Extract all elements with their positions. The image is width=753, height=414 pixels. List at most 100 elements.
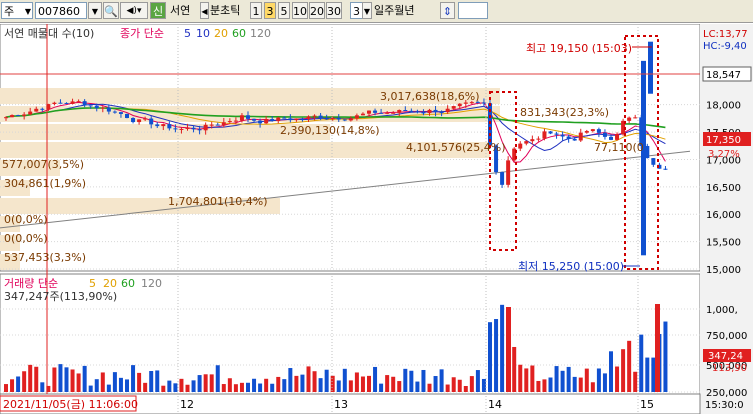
profile-label: 0(0,0%) [4, 232, 48, 245]
volume-bar [379, 383, 384, 392]
candle-down [403, 110, 408, 112]
market-select[interactable]: 주 ▼ [1, 2, 33, 19]
candle-down [415, 111, 420, 113]
candle-up [22, 114, 27, 116]
candle-down [155, 124, 160, 127]
volume-bar [173, 383, 178, 392]
candle-up [233, 120, 238, 122]
candle-down [88, 105, 93, 107]
volume-bar [615, 366, 620, 392]
volume-bar [518, 364, 523, 392]
candle-down [82, 101, 87, 106]
volume-bar [306, 366, 311, 392]
volume-bar [227, 378, 232, 392]
candle-down [481, 102, 486, 104]
candle-down [215, 124, 220, 126]
volume-bar [179, 378, 184, 392]
volume-bar [494, 319, 499, 392]
volume-bar [536, 380, 541, 392]
minute-dropdown[interactable]: ▼ [362, 2, 372, 19]
credit-badge: 신 [150, 2, 166, 19]
candle-down [118, 112, 123, 114]
candle-down [596, 129, 601, 133]
volume-bar [524, 368, 529, 392]
volume-last-pct: 113,90 [712, 363, 747, 374]
candle-up [209, 124, 214, 126]
candle-down [336, 117, 341, 120]
overlay-label: 831,343(23,3%) [520, 106, 609, 119]
period-10[interactable]: 10 [292, 2, 308, 19]
candle-down [246, 115, 250, 119]
volume-tick-label: 750,000 [706, 331, 747, 342]
ma-legend-120: 120 [250, 27, 271, 40]
candle-up [137, 119, 142, 123]
price-tick-label: 15,000 [706, 265, 741, 276]
candle-up [203, 124, 208, 131]
period-5[interactable]: 5 [278, 2, 290, 19]
extra-input[interactable] [458, 2, 488, 19]
period-1[interactable]: 1 [250, 2, 262, 19]
volume-bar [439, 369, 444, 392]
volume-bar [282, 379, 287, 392]
candle-down [40, 108, 45, 110]
code-dropdown-button[interactable]: ▼ [88, 2, 102, 19]
period-30[interactable]: 30 [326, 2, 342, 19]
volume-bar [475, 370, 480, 392]
timeframe-tabs[interactable]: 일주월년 [374, 2, 430, 19]
volume-bar [342, 368, 347, 392]
volume-bar [560, 370, 565, 392]
period-3[interactable]: 3 [264, 2, 276, 19]
candle-up [590, 129, 595, 132]
chart-type-label[interactable]: 분초틱 [210, 2, 250, 19]
candle-down [191, 127, 196, 130]
volume-bar [433, 376, 438, 392]
volume-bar [288, 368, 293, 392]
alarm-button[interactable]: ◀)▾ [120, 2, 148, 19]
stock-chart[interactable]: 서연 매물대 수(10) 종가 단순 5 10 20 60 120 거래량 단순… [0, 24, 753, 414]
volume-bar [488, 322, 492, 392]
volume-bar [137, 372, 142, 392]
volume-bar [415, 381, 420, 392]
candle-up [445, 108, 450, 113]
search-button[interactable]: 🔍 [103, 2, 119, 19]
code-value: 007860 [38, 5, 80, 18]
period-20[interactable]: 20 [309, 2, 325, 19]
candle-high-spike [648, 41, 653, 94]
volume-bar [276, 376, 281, 392]
lc-label: LC:13,77 [703, 29, 748, 40]
volume-bar [167, 380, 172, 392]
volume-bar [40, 382, 45, 392]
candle-down [112, 111, 117, 113]
volume-bar [143, 382, 148, 392]
updown-button[interactable]: ⇕ [440, 2, 455, 19]
code-input[interactable]: 007860 [35, 2, 87, 19]
volume-bar [360, 376, 365, 392]
candle-up [28, 111, 33, 115]
volume-bar [94, 379, 99, 392]
day-label-12: 12 [180, 398, 194, 411]
volume-bar [427, 383, 432, 392]
volume-bar [131, 365, 136, 392]
volume-bar [639, 334, 644, 392]
candle-down [572, 138, 577, 141]
candle-down [421, 112, 426, 114]
volume-bar [112, 372, 117, 392]
volume-bar [566, 366, 571, 392]
candle-down [197, 129, 202, 131]
candle-up [276, 117, 281, 121]
profile-label: 1,704,801(10,4%) [168, 195, 268, 208]
candle-up [185, 127, 190, 129]
volume-bar [300, 374, 305, 392]
volume-bar [512, 346, 517, 392]
price-tick-label: 15,500 [706, 238, 741, 249]
volume-bar [572, 376, 577, 392]
ma-legend-5: 5 [184, 27, 191, 40]
volume-bar [58, 364, 63, 392]
prev-button[interactable]: ◀ [200, 2, 209, 19]
volume-bar [621, 349, 626, 392]
candle-down [282, 117, 287, 119]
volume-bar [215, 365, 220, 392]
volume-bar [270, 383, 275, 392]
speaker-icon: ◀)▾ [126, 6, 142, 16]
volume-bar [554, 366, 559, 392]
